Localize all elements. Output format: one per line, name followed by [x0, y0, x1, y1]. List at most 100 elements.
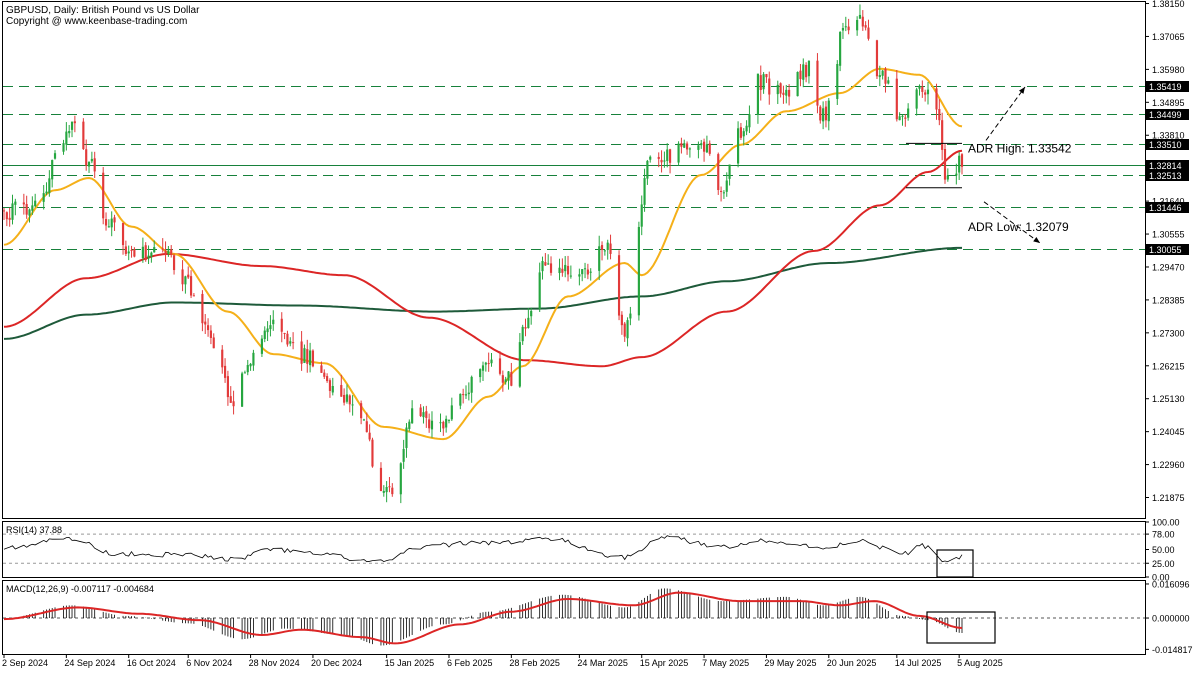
candle-body [904, 117, 907, 119]
candle-body [867, 27, 870, 39]
candle-body [11, 203, 14, 220]
candle-body [107, 226, 110, 228]
candle-body [822, 108, 825, 122]
candle-body [22, 202, 25, 205]
price-tick-label: 1.21875 [1152, 493, 1185, 503]
price-tick-label: 1.24045 [1152, 427, 1185, 437]
candle-body [915, 89, 918, 109]
candle-body [164, 250, 167, 255]
price-tick-label: 1.31640 [1152, 197, 1185, 207]
candle-body [5, 212, 8, 220]
candle-body [34, 200, 37, 207]
price-tick-label: 1.28385 [1152, 295, 1185, 305]
candle-body [581, 269, 584, 275]
candle-body [25, 204, 28, 215]
candle-body [243, 372, 247, 374]
candle-body [172, 255, 176, 271]
price-tick-label: 1.34895 [1152, 98, 1185, 108]
time-tick-label: 14 Jul 2025 [895, 658, 942, 668]
candle-body [379, 467, 383, 492]
candle-body [161, 248, 164, 250]
rsi-title: RSI(14) 37.88 [6, 525, 62, 535]
candle-body [544, 262, 547, 266]
candle-body [309, 350, 312, 366]
candle-body [388, 486, 391, 488]
candle-body [445, 418, 448, 428]
candle-body [102, 172, 105, 219]
candle-body [637, 226, 640, 316]
candle-body [212, 337, 215, 349]
candle-body [419, 407, 422, 417]
candle-body [918, 85, 921, 89]
time-tick-label: 24 Mar 2025 [577, 658, 628, 668]
candle-body [204, 321, 207, 325]
candle-body [408, 421, 411, 429]
candle-body [649, 156, 652, 160]
adr-high-label: ADR High: 1.33542 [968, 141, 1072, 155]
candle-body [487, 363, 490, 365]
candle-body [819, 106, 822, 121]
candle-body [223, 365, 227, 378]
candle-body [788, 89, 791, 97]
candle-body [626, 320, 629, 339]
candle-body [181, 269, 184, 285]
candle-body [343, 394, 346, 403]
candle-body [266, 328, 269, 333]
candle-body [609, 243, 612, 254]
candle-body [53, 153, 57, 159]
candle-body [48, 178, 51, 194]
candle-body [147, 255, 150, 259]
candle-body [447, 419, 451, 421]
candle-body [858, 14, 862, 19]
candle-body [87, 161, 91, 167]
candle-body [776, 84, 779, 95]
candle-body [926, 89, 930, 95]
candle-body [170, 249, 173, 255]
candle-body [722, 192, 726, 194]
candle-body [921, 86, 924, 92]
candle-body [719, 190, 723, 192]
candle-body [598, 246, 601, 271]
candle-body [864, 25, 867, 28]
candle-body [260, 338, 264, 354]
time-tick-label: 29 May 2025 [764, 658, 816, 668]
candle-body [300, 341, 303, 364]
candle-body [799, 70, 802, 80]
candle-body [326, 376, 329, 382]
candle-body [796, 71, 799, 97]
candle-body [688, 148, 691, 150]
candle-body [45, 191, 48, 194]
chart-title: GBPUSD, Daily: British Pound vs US Dolla… [6, 5, 200, 16]
candle-body [345, 394, 349, 402]
candle-body [399, 463, 402, 495]
candle-body [484, 362, 487, 365]
candle-body [586, 269, 589, 275]
candle-body [385, 486, 388, 493]
candle-body [856, 19, 859, 31]
candle-body [816, 60, 819, 106]
candle-body [121, 223, 125, 246]
candle-body [371, 439, 374, 467]
candle-body [31, 205, 34, 211]
rsi-tick-label: 25.00 [1152, 559, 1175, 569]
macd-tick-label: -0.014817 [1152, 645, 1193, 655]
candle-body [450, 405, 453, 420]
candle-body [428, 419, 431, 429]
candle-body [368, 432, 371, 440]
candle-body [643, 178, 646, 205]
candle-body [745, 125, 748, 132]
macd-tick-label: 0.016096 [1152, 579, 1190, 589]
candle-body [464, 394, 468, 396]
candle-body [887, 80, 890, 84]
candle-body [42, 193, 45, 202]
candle-body [510, 372, 513, 386]
candle-body [663, 160, 666, 162]
candle-body [685, 143, 689, 150]
price-tick-label: 1.33810 [1152, 131, 1185, 141]
candle-body [226, 376, 229, 398]
candle-body [827, 100, 830, 122]
candle-body [184, 276, 187, 285]
candle-body [422, 412, 425, 418]
candle-body [666, 149, 669, 161]
candle-body [130, 249, 133, 251]
